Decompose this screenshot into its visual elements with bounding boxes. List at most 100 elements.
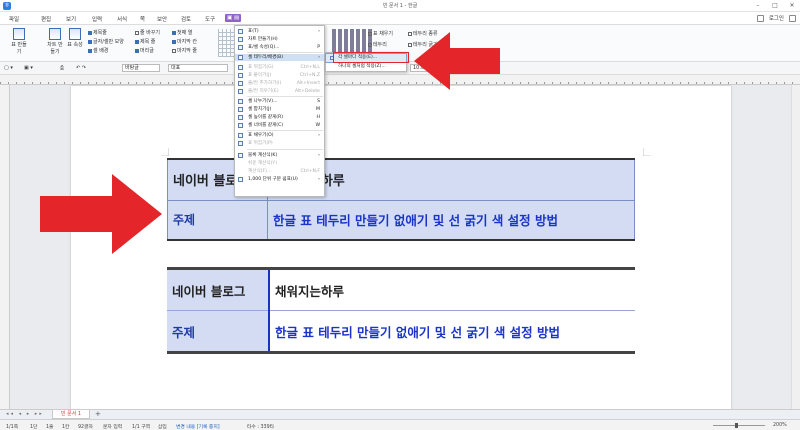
menu-item-equal-height[interactable]: 셀 높이를 같게(R) H xyxy=(235,114,324,121)
menu-item-flip-table-2[interactable]: 표 뒤집기(P) xyxy=(235,140,324,147)
menu-separator xyxy=(247,96,323,97)
menu-item-cell-props[interactable]: 표/셀 속성(Q)... P xyxy=(235,44,324,51)
add-tab-button[interactable]: + xyxy=(95,410,101,419)
menu-tools[interactable]: 도구 xyxy=(205,15,215,23)
menu-table-active-tab[interactable]: ▣ ▤ xyxy=(225,14,242,22)
menu-item-merge-cell[interactable]: 셀 합치기(J) M xyxy=(235,106,324,113)
print-icon[interactable]: ⎙ xyxy=(60,65,64,71)
menu-item-easy-formula[interactable]: 쉬운 계산식(Y) xyxy=(235,160,324,167)
zoom-slider-handle[interactable] xyxy=(735,423,738,428)
menu-item-split-cell[interactable]: 셀 나누기(V)... S xyxy=(235,98,324,105)
make-table-button[interactable]: 표 만들기 xyxy=(10,28,28,55)
menu-item-label: 표 뒤집기(P) xyxy=(248,141,273,146)
menu-page[interactable]: 쪽 xyxy=(140,15,145,23)
menu-item-thousand-sep[interactable]: 1,000 단위 구분 쉼표(U) › xyxy=(235,176,324,183)
check-cell-bg[interactable]: 셀 배경 xyxy=(88,47,108,54)
horizontal-ruler[interactable] xyxy=(0,75,800,85)
menu-item-table[interactable]: 표(T) › xyxy=(235,28,324,35)
menu-item-equal-width[interactable]: 셀 너비를 같게(C) W xyxy=(235,122,324,129)
check-header[interactable]: 머리글 xyxy=(135,47,154,54)
menu-item-delete-row-col[interactable]: 줄/칸 지우기(E) Alt+Delete xyxy=(235,88,324,95)
menu-item-label: 표/셀 속성(Q)... xyxy=(248,45,280,50)
menu-item-shortcut: P xyxy=(317,45,320,50)
login-button[interactable]: 로그인 xyxy=(769,14,784,22)
menu-item-fill-table[interactable]: 표 채우기(O) › xyxy=(235,132,324,139)
menu-format[interactable]: 서식 xyxy=(117,15,127,23)
menu-item-make-chart[interactable]: 차트 만들기(H) xyxy=(235,36,324,43)
table-row[interactable]: 주제 한글 표 테두리 만들기 없애기 및 선 굵기 색 설정 방법 xyxy=(167,199,635,241)
menu-separator xyxy=(247,149,323,150)
table-props-button[interactable]: 표 속성 xyxy=(66,28,84,48)
open-icon[interactable]: ▣ ▾ xyxy=(24,65,33,71)
table-icon xyxy=(13,28,25,40)
menu-item-attach-table[interactable]: 표 붙이기(J) Ctrl+N,Z xyxy=(235,72,324,79)
check-title-row[interactable]: 제목줄 xyxy=(88,29,107,36)
menu-item-formula[interactable]: 계산식(F)... Ctrl+N,F xyxy=(235,168,324,175)
border-button[interactable]: 테두리 xyxy=(368,41,387,48)
flip-icon xyxy=(238,65,243,70)
tab-document-1[interactable]: 빈 문서 1 xyxy=(52,410,90,419)
border-icon xyxy=(238,55,243,60)
table1-value-topic[interactable]: 한글 표 테두리 만들기 없애기 및 선 굵기 색 설정 방법 xyxy=(267,199,635,241)
menu-item-add-row-col[interactable]: 줄/칸 추가하기(I) Alt+Insert xyxy=(235,80,324,87)
check-first-col[interactable]: 첫째 열 xyxy=(172,29,192,36)
maximize-button[interactable]: □ xyxy=(771,2,779,9)
menu-item-cell-border-bg[interactable]: 셀 테두리/배경(B) › xyxy=(235,54,324,61)
menu-item-label: 계산식(F)... xyxy=(248,169,272,174)
menu-review[interactable]: 검토 xyxy=(181,15,191,23)
close-button[interactable]: ✕ xyxy=(788,2,796,9)
table-props-label: 표 속성 xyxy=(67,42,83,48)
formula-icon xyxy=(238,153,243,158)
menu-item-label: 셀 높이를 같게(R) xyxy=(248,115,284,120)
table-row[interactable]: 네이버 블로그 채워지는하루 xyxy=(167,268,635,311)
table-row[interactable]: 주제 한글 표 테두리 만들기 없애기 및 선 굵기 색 설정 방법 xyxy=(167,310,635,353)
status-section: 1/1 구역 xyxy=(132,425,151,430)
fill-table-button[interactable]: 표 채우기 xyxy=(368,30,393,37)
vertical-scrollbar[interactable] xyxy=(791,85,800,409)
settings-icon[interactable] xyxy=(789,14,796,22)
check-last-row[interactable]: 마지막 줄 xyxy=(172,47,197,54)
menu-item-label: 쉬운 계산식(Y) xyxy=(248,161,277,166)
undo-icon[interactable]: ↶ ↷ xyxy=(76,65,86,71)
tab-nav-arrows-icon[interactable]: ◂◂ ◂ ▸ ▸▸ xyxy=(6,411,44,417)
minimize-button[interactable]: – xyxy=(754,2,762,9)
menu-item-apply-as-one-cell[interactable]: 하나의 셀처럼 적용(Z)... xyxy=(326,63,406,71)
check-label: 줄 바꾸기 xyxy=(140,30,160,36)
status-change-tracking[interactable]: 변경 내용 [기록 중지] xyxy=(176,423,220,430)
document-page[interactable] xyxy=(71,86,731,410)
menu-item-label: 표 뒤집기(G) xyxy=(248,65,274,70)
zoom-slider[interactable] xyxy=(713,425,765,426)
menu-item-shortcut: Ctrl+N,F xyxy=(300,169,320,174)
table1-head-topic[interactable]: 주제 xyxy=(167,199,268,241)
table2-value-blog[interactable]: 채워지는하루 xyxy=(269,268,635,311)
menu-view[interactable]: 보기 xyxy=(66,15,76,23)
table-2[interactable]: 네이버 블로그 채워지는하루 주제 한글 표 테두리 만들기 없애기 및 선 굵… xyxy=(167,267,635,354)
menu-file[interactable]: 파일 xyxy=(9,15,19,23)
menu-separator xyxy=(247,130,323,131)
new-doc-icon[interactable]: ▢ ▾ xyxy=(4,65,13,71)
make-chart-button[interactable]: 차트 만들기 xyxy=(46,28,64,55)
vertical-ruler[interactable] xyxy=(0,85,10,409)
zoom-level[interactable]: 200% xyxy=(773,423,787,428)
table-dropdown-menu: 표(T) › 차트 만들기(H) 표/셀 속성(Q)... P 셀 테두리/배경(B… xyxy=(234,25,325,197)
table2-head-blog[interactable]: 네이버 블로그 xyxy=(167,268,270,311)
status-column: 1단 xyxy=(30,425,38,430)
check-wrap[interactable]: 줄 바꾸기 xyxy=(135,29,160,36)
check-last-col[interactable]: 마지막 칸 xyxy=(172,38,197,45)
help-icon[interactable] xyxy=(756,14,764,22)
check-header-row[interactable]: 제목 줄 xyxy=(135,38,155,45)
font-select[interactable]: 대표 xyxy=(168,64,228,72)
menu-item-block-formula[interactable]: 블록 계산식(K) › xyxy=(235,152,324,159)
menu-edit[interactable]: 편집 xyxy=(41,15,51,23)
menu-item-flip-table[interactable]: 표 뒤집기(G) Ctrl+N,L xyxy=(235,64,324,71)
table2-value-topic[interactable]: 한글 표 테두리 만들기 없애기 및 선 굵기 색 설정 방법 xyxy=(269,310,635,353)
window-controls: – □ ✕ xyxy=(754,2,796,9)
ribbon-label: 표 채우기 xyxy=(373,31,393,37)
style-select[interactable]: 바탕글 xyxy=(122,64,160,72)
status-insert[interactable]: 삽입 xyxy=(158,423,167,430)
check-cell-shape[interactable]: 글자/셀만 모양 xyxy=(88,38,124,45)
table2-head-topic[interactable]: 주제 xyxy=(167,310,270,353)
menu-security[interactable]: 보안 xyxy=(157,15,167,23)
menu-insert[interactable]: 입력 xyxy=(92,15,102,23)
highlight-outline xyxy=(333,52,409,63)
